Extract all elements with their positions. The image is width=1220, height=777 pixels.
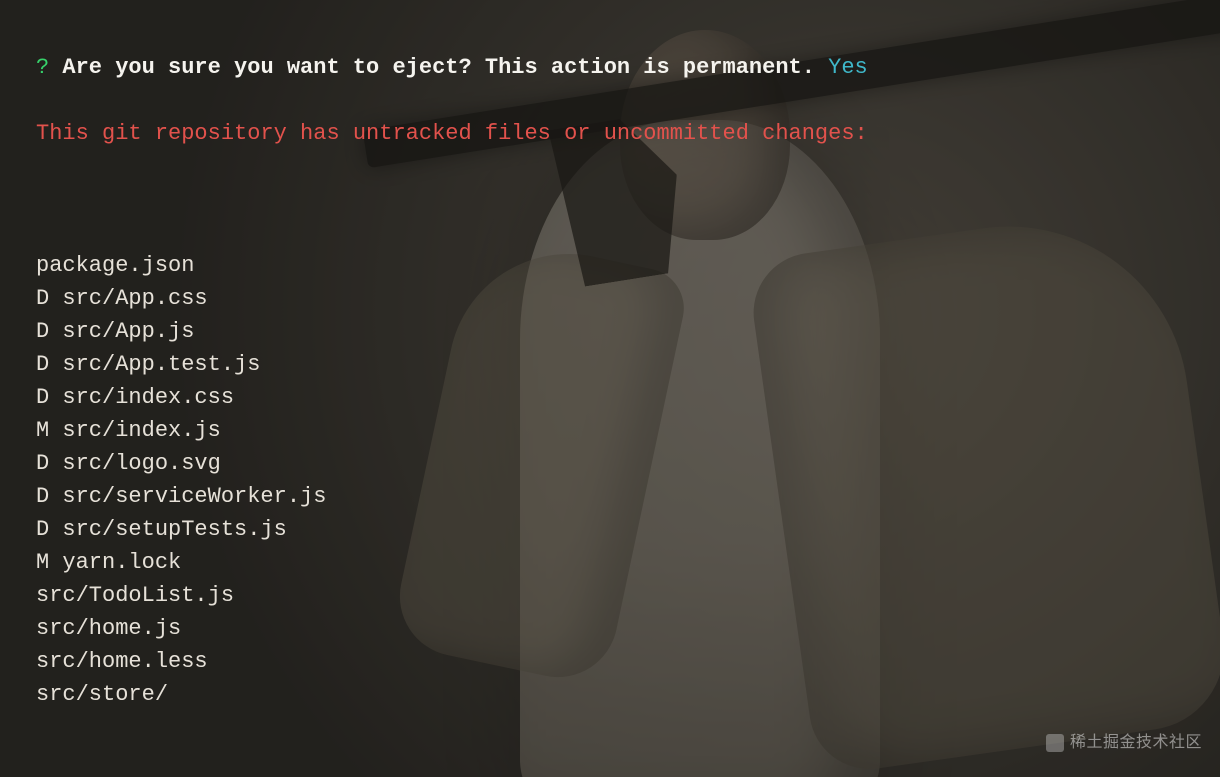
git-status-line: D src/App.css: [36, 282, 1220, 315]
git-status-line: D src/setupTests.js: [36, 513, 1220, 546]
prompt-question: Are you sure you want to eject? This act…: [62, 55, 815, 80]
git-status-line: D src/logo.svg: [36, 447, 1220, 480]
git-status-line: package.json: [36, 249, 1220, 282]
prompt-answer: Yes: [828, 55, 868, 80]
watermark: 稀土掘金技术社区: [1046, 726, 1202, 759]
eject-prompt-line: ? Are you sure you want to eject? This a…: [36, 51, 1220, 84]
git-status-line: src/home.less: [36, 645, 1220, 678]
git-status-line: M yarn.lock: [36, 546, 1220, 579]
git-status-line: src/home.js: [36, 612, 1220, 645]
blank-line: [36, 183, 1220, 216]
git-status-line: D src/index.css: [36, 381, 1220, 414]
git-status-line: src/TodoList.js: [36, 579, 1220, 612]
watermark-text: 稀土掘金技术社区: [1070, 726, 1202, 759]
git-status-line: D src/App.test.js: [36, 348, 1220, 381]
git-status-line: D src/App.js: [36, 315, 1220, 348]
prompt-marker: ?: [36, 55, 49, 80]
terminal-output: ? Are you sure you want to eject? This a…: [0, 0, 1220, 777]
git-warning-top: This git repository has untracked files …: [36, 117, 1220, 150]
blank-line: [36, 744, 1220, 777]
git-status-line: D src/serviceWorker.js: [36, 480, 1220, 513]
git-status-line: src/store/: [36, 678, 1220, 711]
git-status-line: M src/index.js: [36, 414, 1220, 447]
watermark-icon: [1046, 734, 1064, 752]
